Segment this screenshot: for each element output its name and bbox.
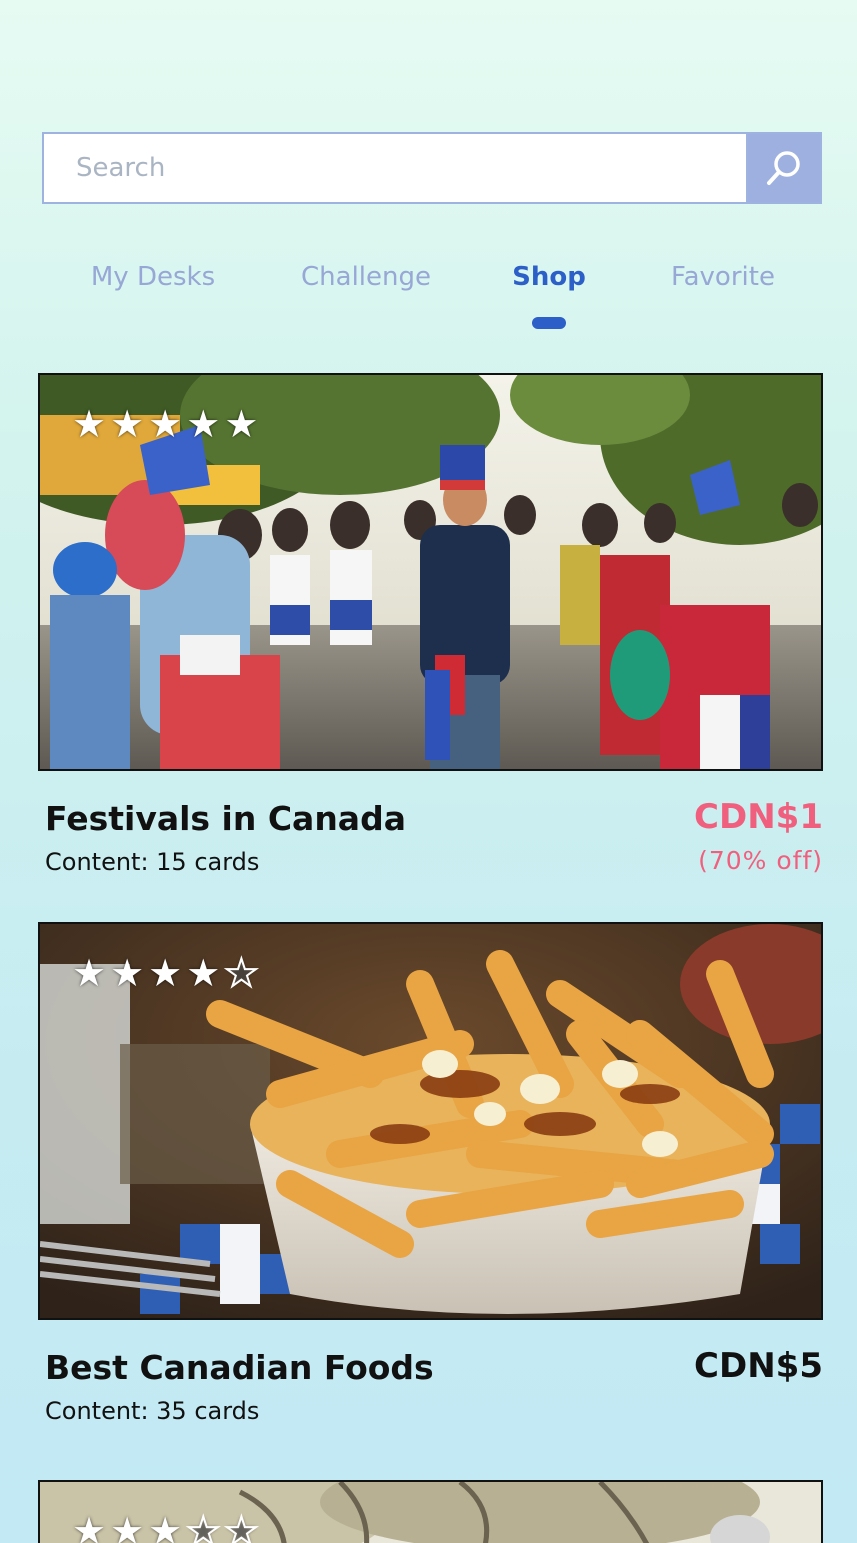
product-card[interactable]: ★ ★ ★ ★ ★ Festivals in Canada Content: 1… — [38, 373, 823, 893]
star-filled-icon: ★ — [224, 402, 259, 446]
card-content-count: Content: 35 cards — [45, 1397, 260, 1425]
search-icon — [767, 151, 800, 185]
search-input[interactable] — [44, 134, 746, 202]
tab-bar: My Desks Challenge Shop Favorite — [0, 262, 857, 332]
card-price: CDN$1 — [694, 797, 823, 837]
tab-challenge[interactable]: Challenge — [301, 262, 431, 292]
product-card[interactable]: ★ ★ ★ ★ ★ Best Canadian Foods Content: 3… — [38, 922, 823, 1442]
card-content-count: Content: 15 cards — [45, 848, 260, 876]
card-title: Best Canadian Foods — [45, 1348, 434, 1387]
active-tab-indicator — [532, 317, 566, 329]
card-price: CDN$5 — [694, 1346, 823, 1386]
rating-stars: ★ ★ ★ ★ ★ — [72, 1509, 259, 1543]
star-filled-icon: ★ — [148, 402, 183, 446]
star-filled-icon: ★ — [110, 951, 145, 995]
star-filled-icon: ★ — [72, 1509, 107, 1543]
rating-stars: ★ ★ ★ ★ ★ — [72, 951, 259, 995]
card-title: Festivals in Canada — [45, 799, 406, 838]
rating-stars: ★ ★ ★ ★ ★ — [72, 405, 258, 443]
tab-favorite[interactable]: Favorite — [671, 262, 775, 292]
star-filled-icon: ★ — [110, 402, 145, 446]
search-bar — [42, 132, 822, 204]
star-filled-icon: ★ — [148, 1509, 183, 1543]
poutine-photo: ★ ★ ★ ★ ★ — [38, 922, 823, 1320]
search-button[interactable] — [746, 134, 820, 202]
star-filled-icon: ★ — [148, 951, 183, 995]
star-filled-icon: ★ — [72, 402, 107, 446]
outdoor-trees-photo: ★ ★ ★ ★ ★ — [38, 1480, 823, 1543]
star-filled-icon: ★ — [186, 951, 221, 995]
tab-my-desks[interactable]: My Desks — [91, 262, 215, 292]
card-discount: (70% off) — [698, 846, 823, 875]
star-filled-icon: ★ — [110, 1509, 145, 1543]
tab-shop[interactable]: Shop — [512, 262, 586, 292]
star-empty-icon: ★ — [223, 951, 259, 995]
star-filled-icon: ★ — [186, 402, 221, 446]
star-empty-icon: ★ — [185, 1509, 221, 1543]
star-filled-icon: ★ — [72, 951, 107, 995]
festival-parade-photo: ★ ★ ★ ★ ★ — [38, 373, 823, 771]
star-empty-icon: ★ — [223, 1509, 259, 1543]
product-card[interactable]: ★ ★ ★ ★ ★ — [38, 1480, 823, 1543]
